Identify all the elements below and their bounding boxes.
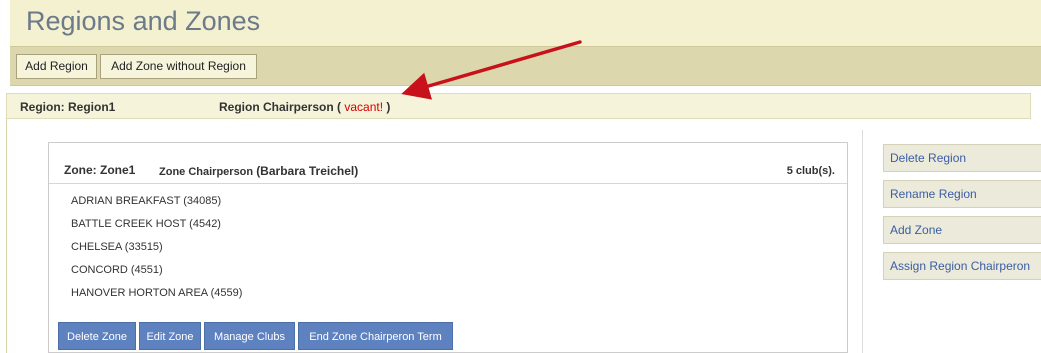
- page-title: Regions and Zones: [26, 6, 261, 36]
- zone-card: Zone: Zone1 Zone Chairperson (Barbara Tr…: [48, 142, 848, 353]
- manage-clubs-button[interactable]: Manage Clubs: [204, 322, 295, 350]
- list-item: HANOVER HORTON AREA (4559): [71, 287, 243, 299]
- list-item: BATTLE CREEK HOST (4542): [71, 218, 221, 230]
- zone-chairperson-label: Zone Chairperson: [159, 166, 257, 178]
- delete-region-button[interactable]: Delete Region: [883, 144, 1041, 172]
- add-zone-button[interactable]: Add Zone: [883, 216, 1041, 244]
- header: Regions and Zones: [10, 0, 1041, 46]
- list-item: ADRIAN BREAKFAST (34085): [71, 195, 222, 207]
- add-zone-without-region-button[interactable]: Add Zone without Region: [100, 54, 257, 79]
- zone-header: Zone: Zone1 Zone Chairperson (Barbara Tr…: [49, 143, 847, 184]
- region-bar: Region: Region1 Region Chairperson ( vac…: [6, 93, 1031, 119]
- rename-region-button[interactable]: Rename Region: [883, 180, 1041, 208]
- club-list: ADRIAN BREAKFAST (34085) BATTLE CREEK HO…: [71, 194, 242, 309]
- zone-chairperson-name: (Barbara Treichel): [256, 164, 359, 178]
- list-item: CONCORD (4551): [71, 264, 163, 276]
- region-chairperson: Region Chairperson ( vacant! ): [219, 100, 390, 114]
- region-chairperson-label: Region Chairperson (: [219, 100, 345, 114]
- region-chairperson-close: ): [383, 100, 391, 114]
- zone-name: Zone: Zone1: [64, 163, 136, 177]
- assign-region-chairperson-button[interactable]: Assign Region Chairperon: [883, 252, 1041, 280]
- club-count: 5 club(s).: [786, 165, 835, 177]
- edit-zone-button[interactable]: Edit Zone: [139, 322, 201, 350]
- toolbar: Add Region Add Zone without Region: [10, 46, 1041, 86]
- zone-chairperson: Zone Chairperson (Barbara Treichel): [159, 164, 358, 178]
- divider: [862, 130, 863, 353]
- list-item: CHELSEA (33515): [71, 241, 163, 253]
- end-zone-chairperson-term-button[interactable]: End Zone Chairperon Term: [298, 322, 453, 350]
- add-region-button[interactable]: Add Region: [16, 54, 97, 79]
- delete-zone-button[interactable]: Delete Zone: [58, 322, 136, 350]
- vacant-status: vacant!: [344, 100, 384, 114]
- region-name: Region: Region1: [20, 100, 116, 114]
